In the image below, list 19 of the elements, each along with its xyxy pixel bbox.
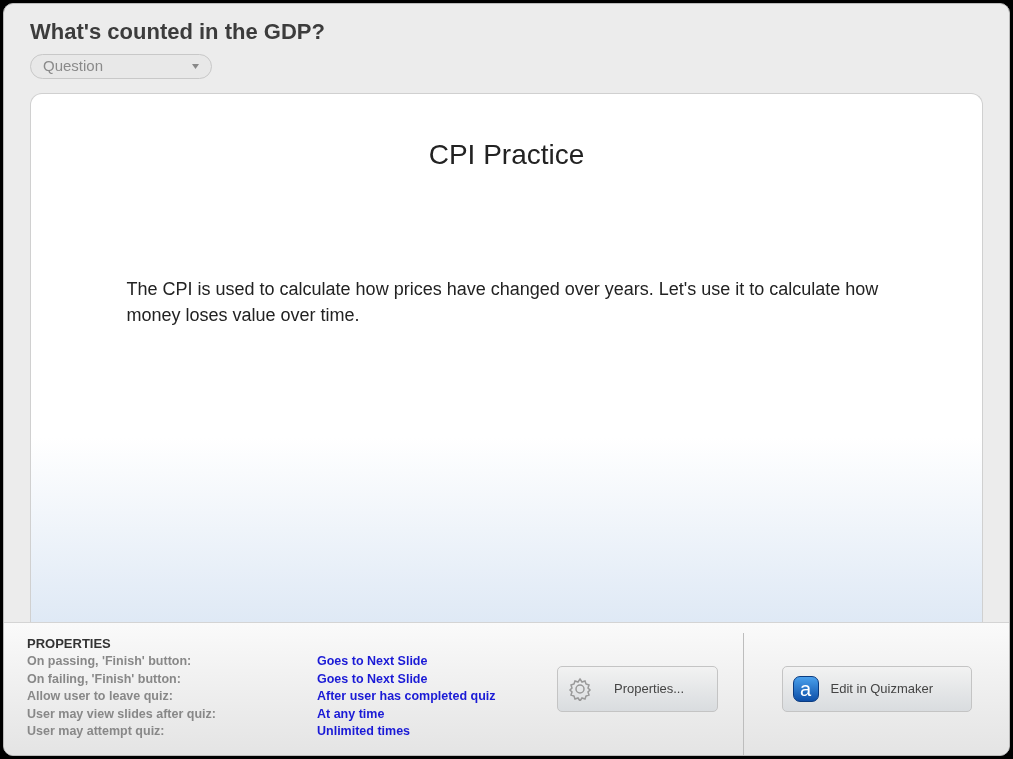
window-title: What's counted in the GDP? [30, 18, 326, 46]
property-label: User may view slides after quiz: [27, 705, 217, 723]
property-value: At any time [317, 705, 385, 723]
edit-in-quizmaker-button[interactable]: a Edit in Quizmaker [781, 666, 972, 712]
property-label: User may attempt quiz: [27, 723, 166, 740]
property-label: Allow user to leave quiz: [27, 688, 174, 705]
gear-icon [568, 677, 592, 701]
property-value: After user has completed quiz [317, 688, 496, 705]
property-value: Goes to Next Slide [317, 670, 428, 688]
property-label: On passing, 'Finish' button: [27, 653, 193, 670]
caret-icon [192, 64, 199, 69]
slide-heading: CPI Practice [428, 138, 585, 172]
property-value: Unlimited times [317, 723, 411, 740]
logo-icon: a [792, 676, 819, 702]
slide-body: The CPI is used to calculate how prices have changed over years. Let's use it to calculate how money loses value over time. [126, 278, 880, 327]
properties-button[interactable]: Properties... [557, 666, 718, 712]
properties-heading: PROPERTIES [27, 635, 112, 653]
property-value: Goes to Next Slide [317, 653, 428, 670]
property-label: On failing, 'Finish' button: [27, 670, 182, 688]
